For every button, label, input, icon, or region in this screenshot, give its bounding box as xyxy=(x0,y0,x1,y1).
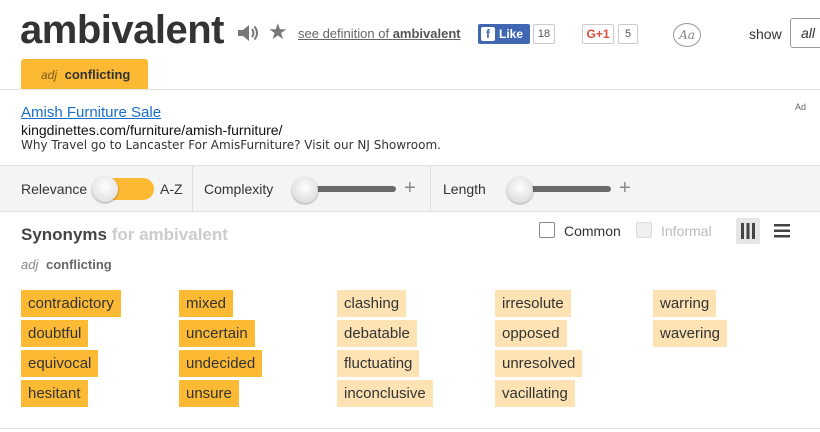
synonym-chip[interactable]: mixed xyxy=(179,290,234,317)
synonyms-heading: Synonyms for ambivalent xyxy=(21,225,228,245)
synonym-chip[interactable]: warring xyxy=(653,290,717,317)
filter-bar: Relevance A-Z Complexity + Length + xyxy=(0,166,820,212)
synonym-chip[interactable]: inconclusive xyxy=(337,380,433,407)
filter-divider xyxy=(430,166,431,212)
see-definition-link[interactable]: see definition of ambivalent xyxy=(298,26,461,41)
ad-banner: Amish Furniture Sale kingdinettes.com/fu… xyxy=(0,90,820,166)
az-label: A-Z xyxy=(160,181,183,197)
gplus-count: 5 xyxy=(618,24,638,44)
relevance-az-toggle[interactable] xyxy=(92,176,154,202)
sense-word: conflicting xyxy=(45,257,112,272)
section-divider xyxy=(0,428,820,429)
ad-title-link[interactable]: Amish Furniture Sale xyxy=(21,104,161,121)
synonym-chip[interactable]: clashing xyxy=(337,290,407,317)
synonym-chip[interactable]: irresolute xyxy=(495,290,571,317)
synonym-chip[interactable]: doubtful xyxy=(21,320,89,347)
synonyms-title-suffix: for ambivalent xyxy=(111,225,228,244)
informal-label: Informal xyxy=(661,223,712,239)
synonym-chip[interactable]: wavering xyxy=(653,320,728,347)
synonym-chip[interactable]: equivocal xyxy=(21,350,99,377)
font-size-toggle-icon[interactable]: Aa xyxy=(673,23,701,47)
synonym-chip[interactable]: opposed xyxy=(495,320,567,347)
synonym-column: mixed uncertain undecided unsure xyxy=(179,290,263,410)
synonym-chip[interactable]: vacillating xyxy=(495,380,575,407)
complexity-label: Complexity xyxy=(204,181,274,197)
facebook-icon: f xyxy=(481,27,495,41)
toggle-knob[interactable] xyxy=(92,176,118,202)
relevance-label: Relevance xyxy=(21,181,88,197)
synonym-chip[interactable]: debatable xyxy=(337,320,417,347)
gplus-button[interactable]: G+1 xyxy=(582,24,614,44)
complexity-plus-icon[interactable]: + xyxy=(404,176,416,200)
synonym-chip[interactable]: unresolved xyxy=(495,350,583,377)
star-icon[interactable]: ★ xyxy=(268,20,288,44)
synonym-chip[interactable]: uncertain xyxy=(179,320,255,347)
synonym-chip[interactable]: fluctuating xyxy=(337,350,420,377)
common-label: Common xyxy=(564,223,621,239)
length-plus-icon[interactable]: + xyxy=(619,176,631,200)
synonym-chip[interactable]: hesitant xyxy=(21,380,88,407)
show-select[interactable]: all xyxy=(790,18,820,48)
facebook-like-label: Like xyxy=(499,27,524,41)
complexity-slider-handle[interactable] xyxy=(292,177,318,203)
entry-header: ambivalent ★ see definition of ambivalen… xyxy=(0,0,820,90)
facebook-like-count: 18 xyxy=(533,24,555,44)
synonym-chip[interactable]: undecided xyxy=(179,350,263,377)
ad-badge: Ad xyxy=(795,102,807,112)
synonym-chip[interactable]: contradictory xyxy=(21,290,121,317)
list-view-icon[interactable] xyxy=(770,218,794,244)
columns-view-icon[interactable] xyxy=(736,218,760,244)
common-checkbox[interactable] xyxy=(539,222,555,238)
sense-tab-conflicting[interactable]: adj conflicting xyxy=(21,59,148,89)
see-definition-prefix: see definition of xyxy=(298,26,393,41)
synonyms-title: Synonyms xyxy=(21,225,107,244)
filter-divider xyxy=(192,166,193,212)
sense-label: adj conflicting xyxy=(21,257,112,272)
synonym-column: clashing debatable fluctuating inconclusive xyxy=(337,290,433,410)
sense-tab-pos: adj xyxy=(41,68,58,82)
informal-checkbox[interactable] xyxy=(636,222,652,238)
see-definition-word: ambivalent xyxy=(392,26,461,41)
headword: ambivalent xyxy=(20,8,224,52)
synonym-column: warring wavering xyxy=(653,290,728,350)
length-label: Length xyxy=(443,181,486,197)
synonym-column: irresolute opposed unresolved vacillating xyxy=(495,290,583,410)
sense-tab-word: conflicting xyxy=(64,67,131,82)
length-slider-handle[interactable] xyxy=(507,177,533,203)
ad-url[interactable]: kingdinettes.com/furniture/amish-furnitu… xyxy=(21,122,282,138)
speaker-icon[interactable] xyxy=(236,22,260,44)
sense-pos: adj xyxy=(21,257,39,272)
show-label: show xyxy=(749,26,782,42)
facebook-like-button[interactable]: f Like xyxy=(478,24,530,44)
synonym-column: contradictory doubtful equivocal hesitant xyxy=(21,290,121,410)
ad-description: Why Travel go to Lancaster For AmisFurni… xyxy=(21,138,441,152)
synonym-chip[interactable]: unsure xyxy=(179,380,239,407)
